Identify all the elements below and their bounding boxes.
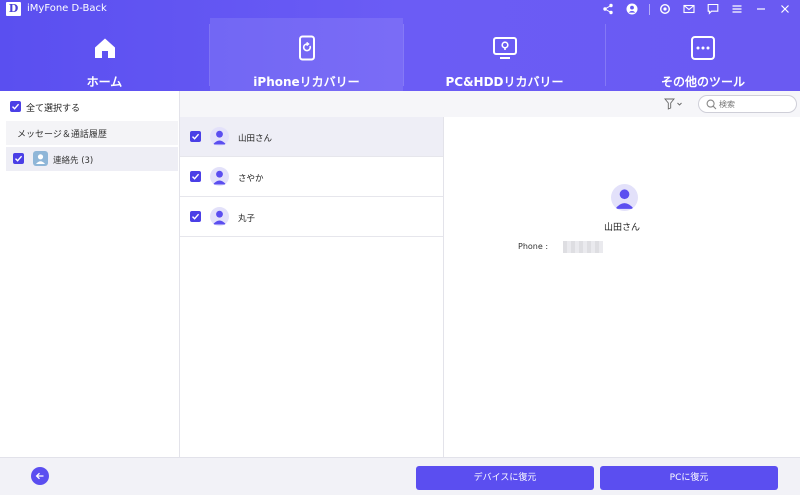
check-icon	[15, 155, 23, 162]
monitor-icon	[492, 37, 517, 59]
contact-name: 山田さん	[238, 134, 273, 144]
phone-label: Phone :	[518, 242, 549, 251]
search-input[interactable]	[719, 98, 791, 111]
contact-avatar-icon	[210, 207, 229, 226]
phone-recovery-icon	[298, 35, 315, 61]
detail-contact-name: 山田さん	[603, 223, 640, 233]
check-icon	[192, 133, 200, 140]
contact-name: 丸子	[238, 214, 256, 224]
sidebar-item-contacts[interactable]: 連絡先 (3)	[6, 147, 178, 171]
minimize-icon[interactable]	[752, 1, 770, 17]
contact-name: さやか	[238, 174, 264, 184]
filter-icon[interactable]	[664, 98, 684, 110]
contact-detail-panel: 山田さん Phone :	[444, 117, 800, 457]
contacts-category-checkbox[interactable]	[13, 153, 24, 164]
content-toolbar	[180, 91, 800, 117]
home-icon	[94, 38, 115, 58]
tab-iphone-recovery[interactable]: iPhoneリカバリー	[210, 18, 403, 91]
detail-avatar-icon	[611, 184, 638, 211]
search-box[interactable]	[698, 95, 797, 113]
check-icon	[12, 103, 20, 110]
main-content: 山田さん さやか 丸子 山田さん Phone :	[180, 91, 800, 457]
check-icon	[192, 213, 200, 220]
tab-pc-hdd-recovery-label: PC&HDDリカバリー	[445, 75, 564, 89]
restore-to-device-button[interactable]: デバイスに復元	[416, 466, 594, 490]
back-button[interactable]	[31, 467, 49, 485]
check-icon	[192, 173, 200, 180]
more-tools-icon	[691, 36, 715, 60]
contact-checkbox[interactable]	[190, 171, 201, 182]
title-bar: D iMyFone D-Back	[0, 0, 800, 18]
select-all-checkbox[interactable]	[10, 101, 21, 112]
tab-home[interactable]: ホーム	[0, 18, 209, 91]
contacts-icon	[33, 151, 48, 166]
contact-list: 山田さん さやか 丸子	[180, 117, 444, 457]
chat-icon[interactable]	[704, 1, 722, 17]
back-arrow-icon	[35, 472, 44, 480]
contact-checkbox[interactable]	[190, 211, 201, 222]
category-header-label: メッセージ＆通話履歴	[17, 130, 107, 140]
nav-divider	[209, 24, 210, 86]
app-logo: D	[6, 2, 21, 16]
tab-pc-hdd-recovery[interactable]: PC&HDDリカバリー	[404, 18, 605, 91]
phone-value-redacted	[563, 241, 603, 253]
contact-row-maruko[interactable]: 丸子	[180, 197, 443, 237]
select-all-label[interactable]: 全て選択する	[26, 101, 80, 114]
contact-checkbox[interactable]	[190, 131, 201, 142]
restore-to-pc-button[interactable]: PCに復元	[600, 466, 778, 490]
category-sidebar: 全て選択する メッセージ＆通話履歴 連絡先 (3)	[0, 91, 180, 457]
search-icon	[706, 99, 717, 110]
tab-other-tools-label: その他のツール	[660, 75, 745, 89]
settings-icon[interactable]	[656, 1, 674, 17]
sidebar-item-label: 連絡先 (3)	[53, 156, 94, 166]
tab-home-label: ホーム	[86, 75, 123, 89]
contact-row-yamada[interactable]: 山田さん	[180, 117, 443, 157]
nav-divider	[605, 24, 606, 86]
contact-avatar-icon	[210, 167, 229, 186]
category-header: メッセージ＆通話履歴	[6, 121, 178, 145]
tab-other-tools[interactable]: その他のツール	[606, 18, 800, 91]
mail-icon[interactable]	[680, 1, 698, 17]
app-title: iMyFone D-Back	[27, 3, 107, 14]
contact-row-sayaka[interactable]: さやか	[180, 157, 443, 197]
share-icon[interactable]	[599, 1, 617, 17]
user-icon[interactable]	[623, 1, 641, 17]
titlebar-divider	[649, 3, 650, 15]
close-icon[interactable]	[776, 1, 794, 17]
app-header: D iMyFone D-Back ホーム iPhoneリカバリー PC&HDDリ…	[0, 0, 800, 91]
tab-iphone-recovery-label: iPhoneリカバリー	[253, 75, 360, 89]
contact-avatar-icon	[210, 127, 229, 146]
menu-icon[interactable]	[728, 1, 746, 17]
action-footer: デバイスに復元 PCに復元	[0, 457, 800, 495]
nav-divider	[403, 24, 404, 86]
